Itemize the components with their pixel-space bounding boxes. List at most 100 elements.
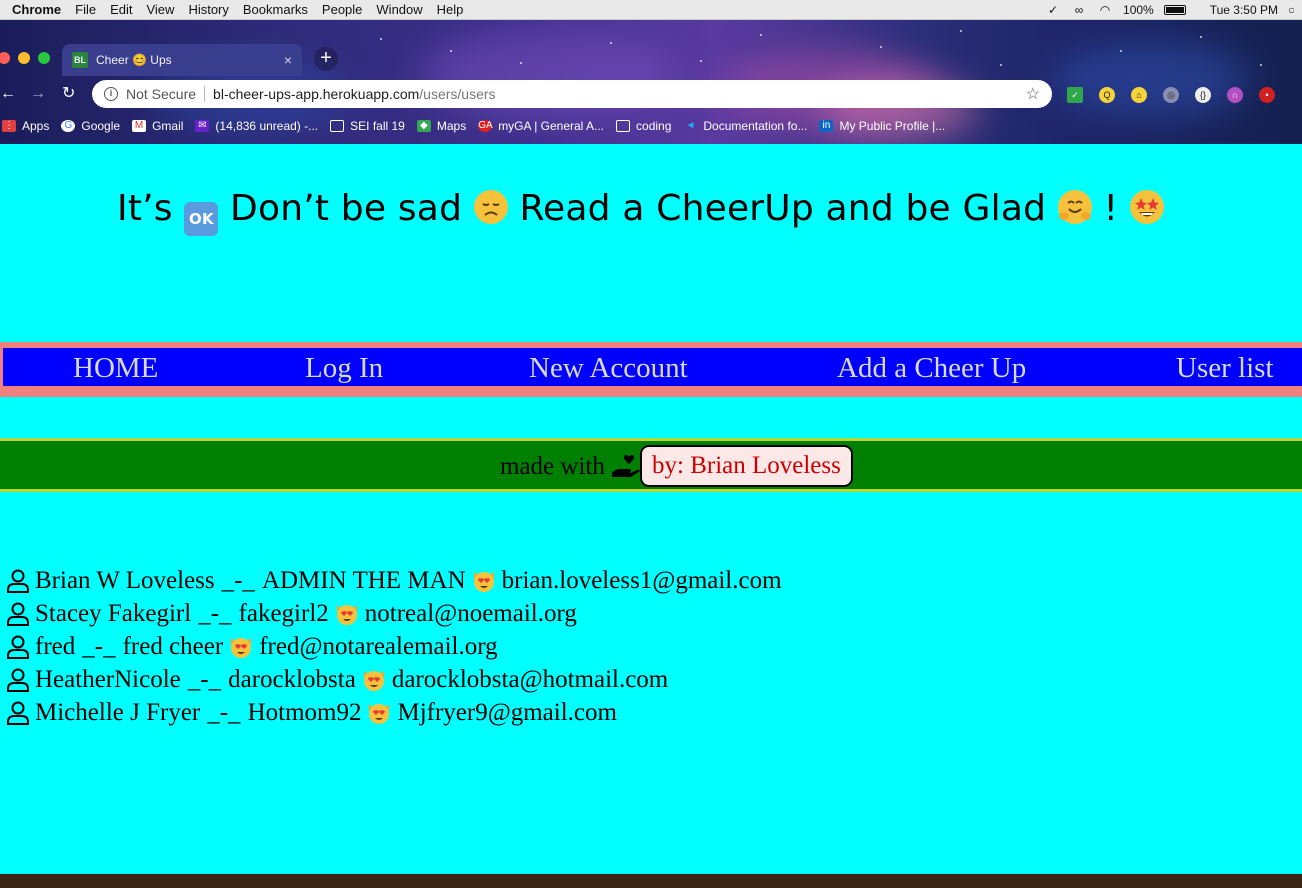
- menu-history[interactable]: History: [188, 2, 228, 17]
- battery-percent[interactable]: 100%: [1123, 3, 1154, 17]
- back-arrow-icon[interactable]: ←: [0, 84, 16, 104]
- bookmark-label: Documentation fo...: [703, 119, 808, 133]
- yahoo-mail-icon: ✉: [195, 120, 210, 132]
- heart-eyes-cat-emoji-icon: [473, 571, 494, 592]
- user-separator: _-_: [221, 566, 255, 594]
- bookmark-google[interactable]: G Google: [61, 119, 120, 133]
- tab-favicon: BL: [72, 52, 88, 68]
- bookmark-yahoo-mail[interactable]: ✉ (14,836 unread) -...: [195, 119, 318, 133]
- user-outline-icon: [7, 569, 29, 593]
- bookmark-linkedin[interactable]: in My Public Profile |...: [819, 119, 945, 133]
- user-list-item: Brian W Loveless _-_ ADMIN THE MAN brian.lo…: [6, 564, 782, 597]
- circle-extension-icon[interactable]: ◎: [1163, 87, 1179, 103]
- minimize-window-button[interactable]: [18, 52, 30, 64]
- glasses-icon[interactable]: ∞: [1071, 3, 1087, 17]
- user-separator: _-_: [187, 665, 222, 693]
- omnibox-divider: [204, 86, 206, 102]
- user-outline-icon: [7, 635, 29, 659]
- user-outline-icon: [7, 602, 29, 626]
- gmail-icon: M: [132, 120, 147, 132]
- home-extension-icon[interactable]: ⌂: [1131, 87, 1147, 103]
- apps-icon: ⋮: [2, 120, 16, 132]
- info-icon[interactable]: i: [104, 87, 118, 101]
- search-extension-icon[interactable]: Q: [1099, 87, 1115, 103]
- heart-eyes-cat-emoji-icon: [336, 604, 357, 625]
- ok-button-emoji-icon: OK: [184, 202, 219, 236]
- menu-file[interactable]: File: [75, 2, 96, 17]
- user-separator: _-_: [198, 599, 232, 627]
- maximize-window-button[interactable]: [38, 52, 50, 64]
- author-byline-link[interactable]: by: Brian Loveless: [640, 445, 853, 487]
- bookmark-documentation[interactable]: ◄ Documentation fo...: [683, 119, 807, 133]
- not-secure-label[interactable]: Not Secure: [126, 86, 196, 102]
- browser-tab-active[interactable]: BL Cheer 😊 Ups ×: [62, 44, 302, 76]
- headphones-extension-icon[interactable]: ∩: [1227, 87, 1243, 103]
- nav-login-link[interactable]: Log In: [305, 352, 383, 385]
- headline-part-3: Read a CheerUp and be Glad: [519, 188, 1047, 229]
- bookmark-label: Apps: [22, 119, 50, 133]
- battery-icon[interactable]: [1163, 5, 1186, 15]
- macos-menu-bar: Chrome File Edit View History Bookmarks …: [0, 0, 1302, 20]
- wifi-icon[interactable]: ◠: [1097, 3, 1113, 17]
- menu-help[interactable]: Help: [437, 2, 464, 17]
- bookmark-label: coding: [636, 119, 672, 133]
- bookmark-apps[interactable]: ⋮ Apps: [2, 119, 49, 133]
- user-username: fakegirl2: [238, 599, 329, 627]
- user-name: Stacey Fakegirl: [35, 599, 192, 627]
- heart-eyes-cat-emoji-icon: [369, 703, 390, 724]
- tab-close-icon[interactable]: ×: [284, 52, 292, 68]
- nav-border: HOME Log In New Account Add a Cheer Up U…: [0, 342, 1302, 397]
- browser-chrome: BL Cheer 😊 Ups × + ← → ↻ i Not Secure bl…: [0, 20, 1302, 144]
- spotlight-icon[interactable]: ○: [1288, 3, 1294, 17]
- bookmark-label: myGA | General A...: [498, 119, 605, 133]
- user-outline-icon: [7, 701, 29, 725]
- nav-add-cheer-up-link[interactable]: Add a Cheer Up: [837, 352, 1026, 385]
- user-list-item: Michelle J Fryer _-_ Hotmom92 Mjfryer9@gmai…: [6, 696, 782, 729]
- user-separator: _-_: [82, 632, 116, 660]
- bookmark-label: SEI fall 19: [350, 119, 405, 133]
- nav-home-link[interactable]: HOME: [73, 352, 158, 385]
- made-with-banner: made with by: Brian Loveless: [0, 438, 1302, 492]
- brackets-extension-icon[interactable]: {}: [1195, 87, 1211, 103]
- url-host[interactable]: bl-cheer-ups-app.herokuapp.com: [213, 86, 419, 102]
- bookmark-gmail[interactable]: M Gmail: [132, 119, 183, 133]
- disappointed-face-emoji-icon: [473, 190, 508, 224]
- bookmark-sei-folder[interactable]: SEI fall 19: [330, 119, 405, 133]
- nav-new-account-link[interactable]: New Account: [529, 352, 688, 385]
- user-separator: _-_: [207, 698, 241, 726]
- menu-edit[interactable]: Edit: [110, 2, 132, 17]
- user-name: Michelle J Fryer: [35, 698, 201, 726]
- address-bar[interactable]: i Not Secure bl-cheer-ups-app.herokuapp.…: [92, 80, 1052, 108]
- menu-window[interactable]: Window: [376, 2, 422, 17]
- nav-user-list-link[interactable]: User list: [1176, 352, 1273, 385]
- close-window-button[interactable]: [0, 52, 10, 64]
- menu-bookmarks[interactable]: Bookmarks: [243, 2, 308, 17]
- bookmarks-bar: ⋮ Apps G Google M Gmail ✉ (14,836 unread…: [0, 112, 1302, 140]
- forward-arrow-icon[interactable]: →: [30, 84, 46, 104]
- bookmark-coding-folder[interactable]: coding: [616, 119, 671, 133]
- bookmark-star-icon[interactable]: ☆: [1026, 84, 1040, 104]
- menu-clock[interactable]: Tue 3:50 PM: [1210, 3, 1278, 17]
- url-path[interactable]: /users/users: [419, 86, 495, 102]
- new-tab-button[interactable]: +: [314, 47, 338, 71]
- menu-people[interactable]: People: [322, 2, 362, 17]
- web-page: It’s OK Don’t be sad Read a CheerUp and …: [0, 144, 1302, 874]
- menu-view[interactable]: View: [146, 2, 174, 17]
- star-struck-emoji-icon: [1129, 190, 1164, 224]
- user-email: darocklobsta@hotmail.com: [391, 665, 669, 693]
- menu-app-chrome[interactable]: Chrome: [12, 2, 61, 17]
- bookmark-label: Google: [81, 119, 121, 133]
- bookmark-myga[interactable]: GA myGA | General A...: [478, 119, 604, 133]
- user-list-item: fred _-_ fred cheer fred@notarealemail.org: [6, 630, 782, 663]
- user-name: HeatherNicole: [35, 665, 181, 693]
- page-headline: It’s OK Don’t be sad Read a CheerUp and …: [117, 188, 1164, 236]
- check-status-icon[interactable]: ✓: [1045, 3, 1061, 17]
- browser-toolbar: ← → ↻ i Not Secure bl-cheer-ups-app.hero…: [0, 76, 1302, 112]
- bookmark-maps[interactable]: ◆ Maps: [416, 119, 466, 133]
- red-extension-icon[interactable]: •: [1259, 87, 1275, 103]
- headline-part-4: !: [1103, 188, 1119, 229]
- checkmark-extension-icon[interactable]: ✓: [1067, 87, 1083, 103]
- user-username: fred cheer: [122, 632, 224, 660]
- reload-icon[interactable]: ↻: [62, 84, 75, 104]
- user-username: Hotmom92: [247, 698, 362, 726]
